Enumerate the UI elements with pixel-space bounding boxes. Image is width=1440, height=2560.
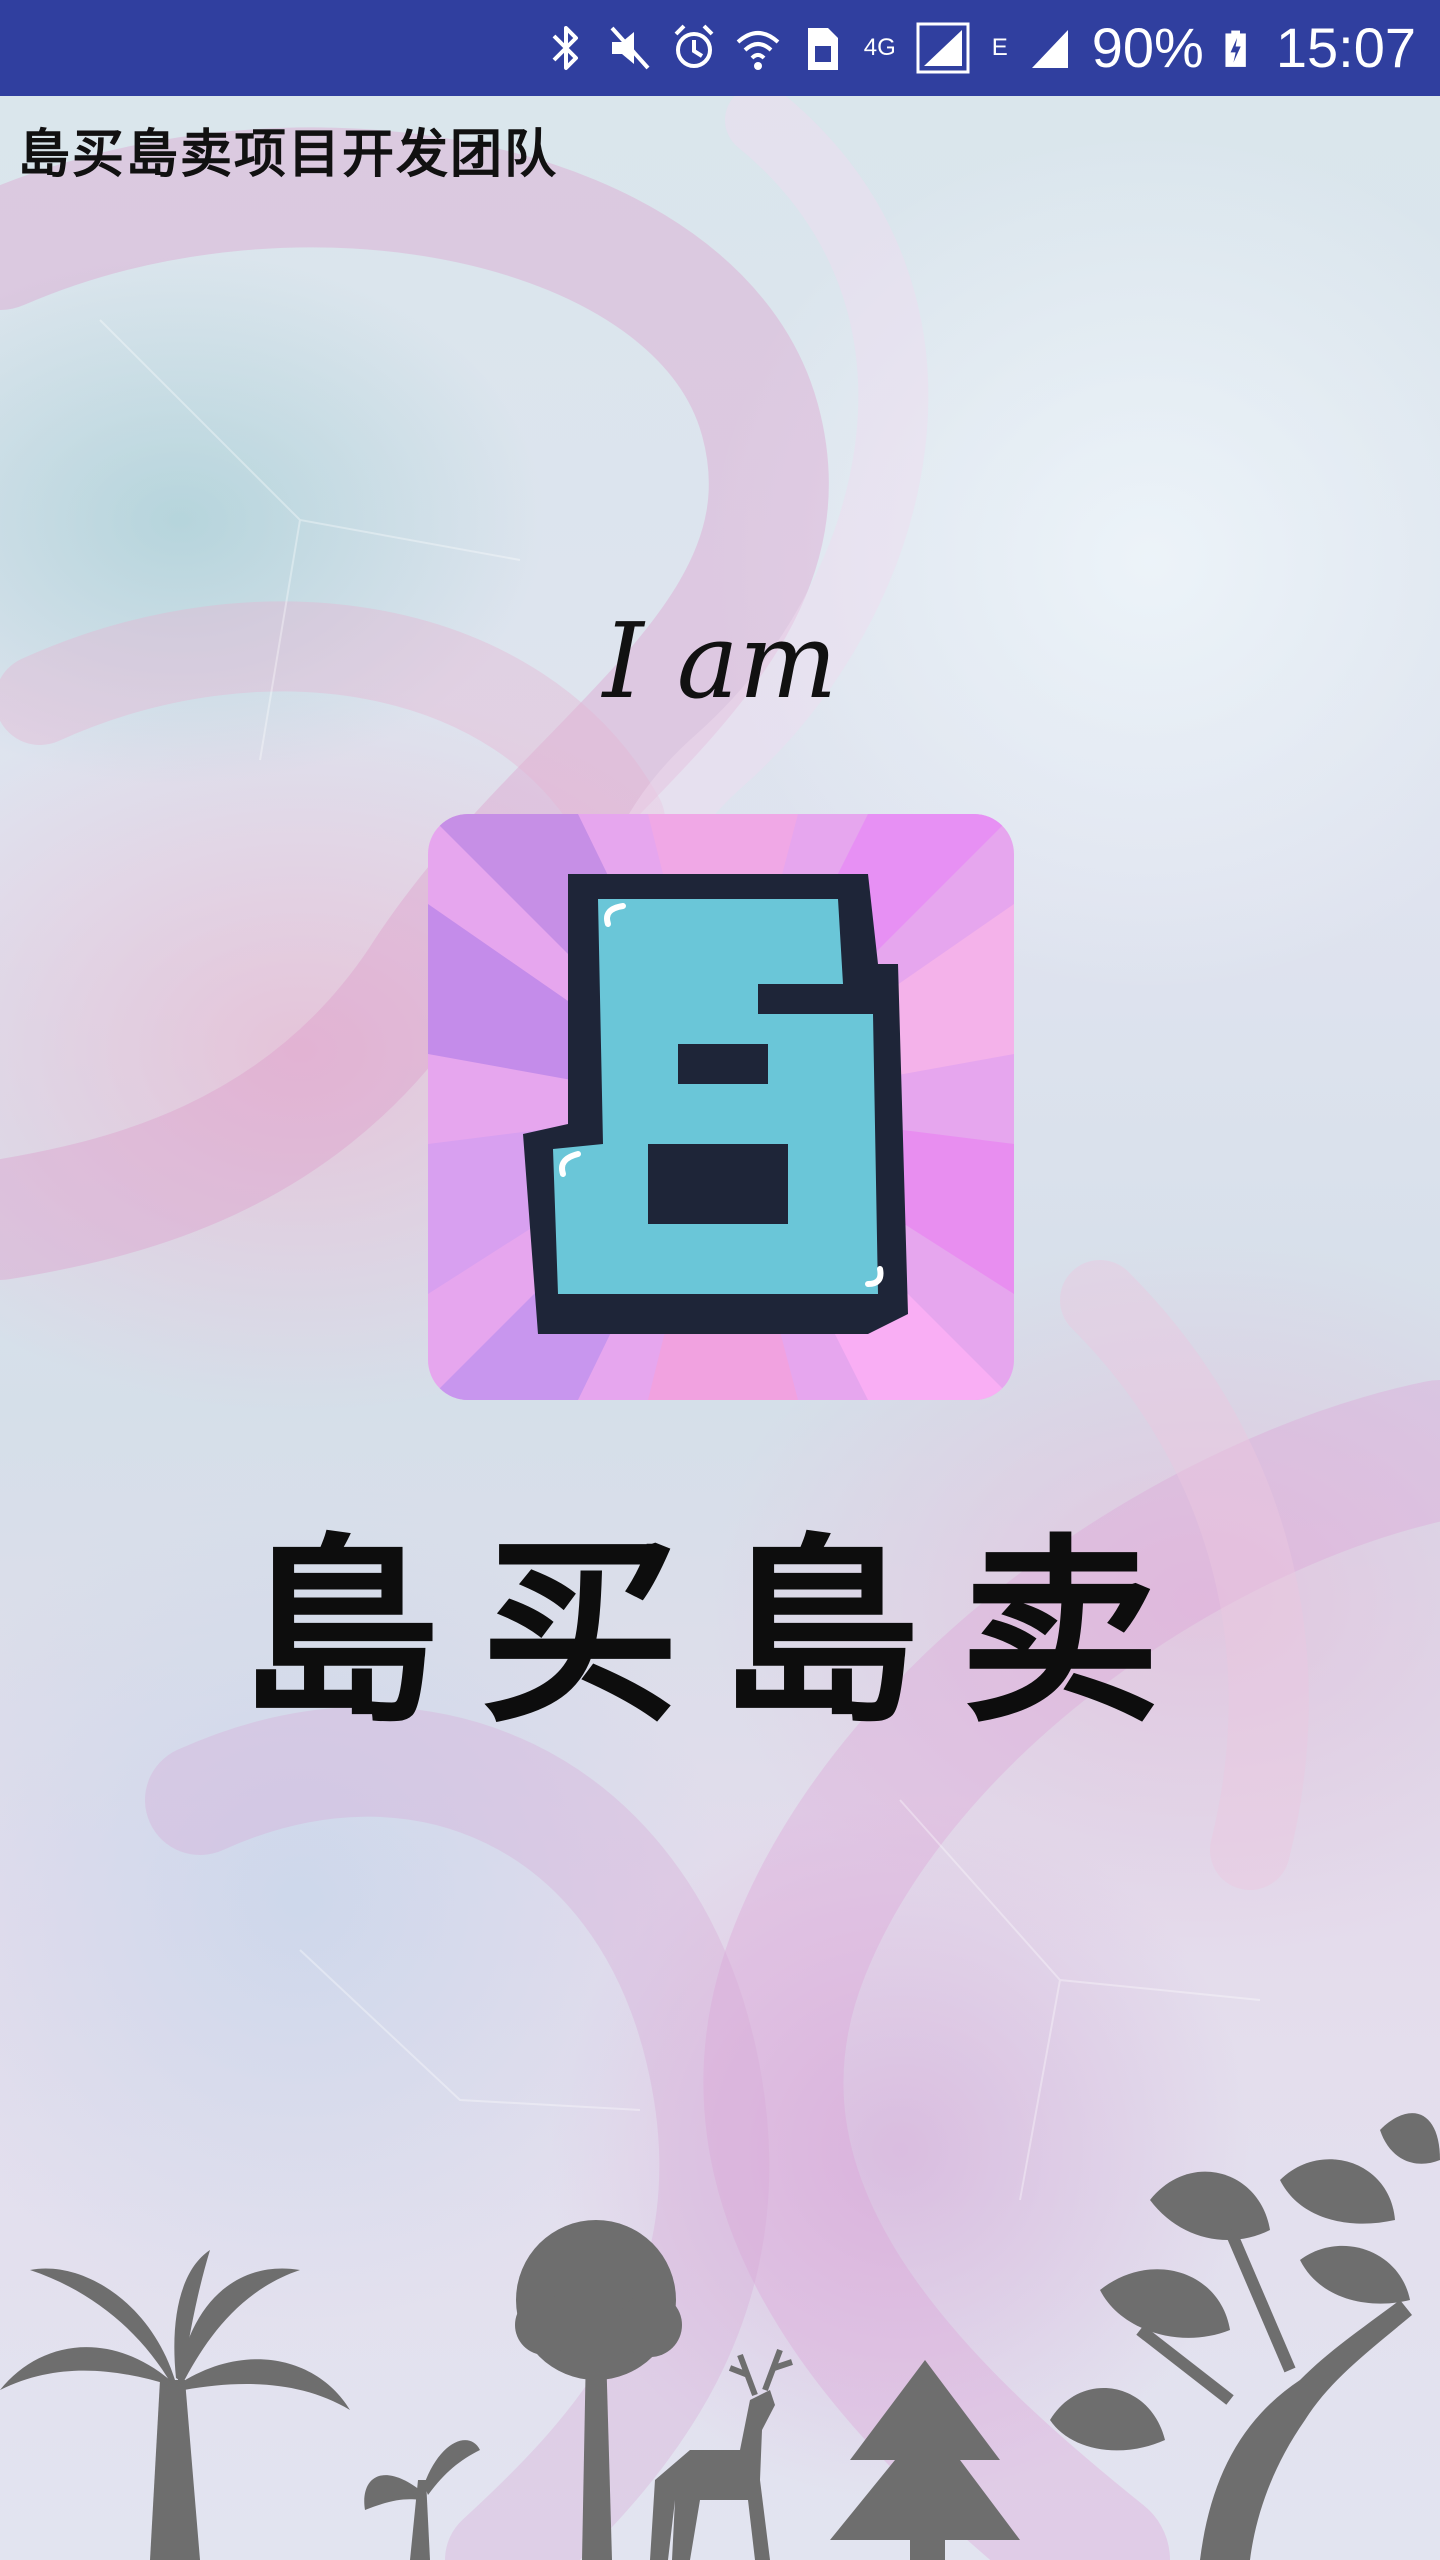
footer-silhouettes [0,2113,1440,2560]
mute-icon [610,26,650,70]
sprout-icon [364,2440,480,2560]
bluetooth-icon [552,26,578,70]
network-type-label: 4G [863,34,896,61]
status-bar: 4G E 90% 15:07 [0,0,1440,96]
signal-icon [1031,30,1068,68]
team-name: 島买島卖项目开发团队 [18,124,559,185]
greeting-text: I am [602,600,838,722]
app-name: 島买島卖 [239,1515,1200,1750]
palm-tree-icon [0,2250,350,2560]
sim-icon [807,28,838,70]
splash-screen: 4G E 90% 15:07 島买島卖项目开发团队 I am 島买島卖 [0,0,1440,2560]
wifi-icon [736,31,780,70]
pine-tree-icon [830,2360,1020,2560]
battery-charging-icon [1225,30,1246,67]
signal-icon [916,22,970,74]
battery-percentage: 90% [1091,16,1204,79]
leafy-tree-icon [1050,2113,1440,2560]
alarm-icon [674,24,714,68]
deer-icon [650,2348,793,2560]
app-logo-icon [428,814,1014,1400]
clock: 15:07 [1275,16,1416,79]
network-type-label-2: E [991,34,1008,61]
